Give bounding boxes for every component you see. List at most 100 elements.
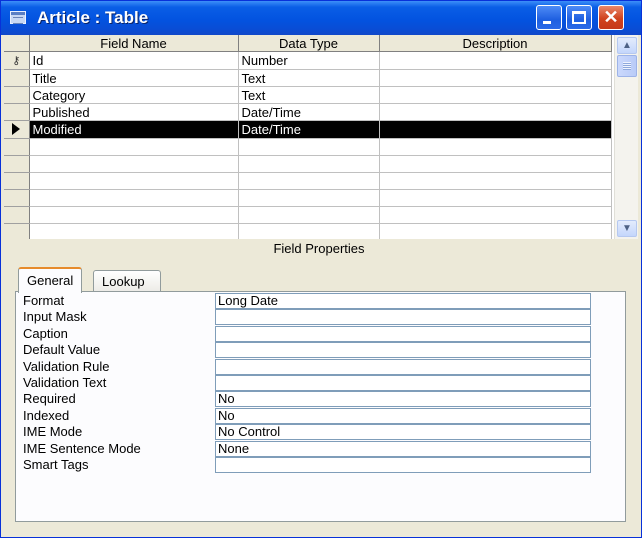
row-selector[interactable] <box>4 120 30 139</box>
data-type-cell[interactable] <box>238 172 380 190</box>
property-label: Caption <box>23 325 68 341</box>
property-value-field[interactable]: No Control <box>215 424 591 441</box>
table-row[interactable] <box>4 155 612 173</box>
table-row[interactable] <box>4 172 612 190</box>
property-value-field[interactable]: No <box>215 391 591 408</box>
corner-header <box>4 35 30 52</box>
scroll-thumb[interactable] <box>617 55 637 77</box>
description-cell[interactable] <box>379 86 612 104</box>
property-value-field[interactable]: Long Date <box>215 293 591 309</box>
property-label: Default Value <box>23 342 101 358</box>
field-name-cell[interactable] <box>29 189 239 207</box>
property-label: Input Mask <box>23 309 87 325</box>
table-row[interactable] <box>4 189 612 207</box>
data-type-cell[interactable] <box>238 138 380 156</box>
field-name-cell[interactable]: Category <box>29 86 239 104</box>
current-row-arrow-icon <box>12 123 21 135</box>
field-name-cell[interactable]: Modified <box>29 120 239 139</box>
data-type-cell[interactable] <box>238 223 380 239</box>
table-row[interactable]: Category Text <box>4 86 612 104</box>
field-name-cell[interactable]: Id <box>29 51 239 70</box>
property-label: Required <box>23 391 76 407</box>
tab-lookup[interactable]: Lookup <box>93 270 161 292</box>
column-header-description[interactable]: Description <box>379 35 612 52</box>
row-selector[interactable] <box>4 155 30 173</box>
property-value-field[interactable]: No <box>215 407 591 424</box>
field-name-cell[interactable] <box>29 155 239 173</box>
tab-general[interactable]: General <box>18 267 83 293</box>
row-selector[interactable] <box>4 138 30 156</box>
field-name-cell[interactable]: Published <box>29 103 239 121</box>
data-type-cell[interactable]: Date/Time <box>238 120 380 139</box>
property-label: Smart Tags <box>23 457 89 472</box>
row-selector[interactable] <box>4 223 30 239</box>
property-value-field[interactable] <box>215 309 591 326</box>
table-row[interactable] <box>4 138 612 156</box>
minimize-button[interactable] <box>536 5 562 30</box>
property-label: Format <box>23 293 65 308</box>
field-name-cell[interactable]: Title <box>29 69 239 87</box>
property-label: Indexed <box>23 407 70 423</box>
row-selector[interactable] <box>4 172 30 190</box>
description-cell[interactable] <box>379 189 612 207</box>
field-name-cell[interactable] <box>29 172 239 190</box>
row-selector[interactable] <box>4 189 30 207</box>
description-cell[interactable] <box>379 172 612 190</box>
table-row[interactable] <box>4 223 612 239</box>
property-value-field[interactable] <box>215 325 591 342</box>
chevron-down-icon: ▼ <box>622 223 632 234</box>
description-cell[interactable] <box>379 120 612 139</box>
row-selector[interactable] <box>4 103 30 121</box>
chevron-up-icon: ▲ <box>622 40 632 51</box>
description-cell[interactable] <box>379 223 612 239</box>
data-type-cell[interactable]: Text <box>238 69 380 87</box>
column-header-data-type[interactable]: Data Type <box>238 35 380 52</box>
row-selector[interactable] <box>4 86 30 104</box>
grid-vertical-scrollbar[interactable]: ▲ ▼ <box>614 35 638 239</box>
title-bar[interactable]: Article : Table ✕ <box>1 1 641 35</box>
property-value-field[interactable] <box>215 358 591 375</box>
table-row[interactable] <box>4 206 612 224</box>
row-selector[interactable]: ⚷ <box>4 51 30 70</box>
field-properties-heading: Field Properties <box>273 241 365 256</box>
property-value-field[interactable] <box>215 375 591 391</box>
close-button[interactable]: ✕ <box>598 5 624 30</box>
scroll-down-button[interactable]: ▼ <box>617 220 637 237</box>
property-label: Validation Text <box>23 375 107 390</box>
description-cell[interactable] <box>379 51 612 70</box>
maximize-button[interactable] <box>566 5 592 30</box>
description-cell[interactable] <box>379 138 612 156</box>
table-row[interactable]: Title Text <box>4 69 612 87</box>
property-value-field[interactable]: None <box>215 440 591 457</box>
property-value-field[interactable] <box>215 342 591 359</box>
data-type-cell[interactable] <box>238 155 380 173</box>
description-cell[interactable] <box>379 103 612 121</box>
description-cell[interactable] <box>379 155 612 173</box>
field-grid: Field Name Data Type Description ⚷ Id Numb… <box>4 35 638 239</box>
data-type-cell[interactable]: Date/Time <box>238 103 380 121</box>
data-type-cell[interactable] <box>238 206 380 224</box>
table-row[interactable]: ⚷ Id Number <box>4 51 612 70</box>
field-name-cell[interactable] <box>29 138 239 156</box>
row-selector[interactable] <box>4 206 30 224</box>
column-header-field-name[interactable]: Field Name <box>29 35 239 52</box>
data-type-cell[interactable]: Number <box>238 51 380 70</box>
window-title: Article : Table <box>37 8 149 27</box>
row-selector[interactable] <box>4 69 30 87</box>
data-type-cell[interactable]: Text <box>238 86 380 104</box>
scroll-up-button[interactable]: ▲ <box>617 37 637 54</box>
data-type-cell[interactable] <box>238 189 380 207</box>
field-name-cell[interactable] <box>29 206 239 224</box>
close-icon: ✕ <box>603 7 619 27</box>
description-cell[interactable] <box>379 69 612 87</box>
fields-table: Field Name Data Type Description ⚷ Id Numb… <box>4 35 612 239</box>
property-value-field[interactable] <box>215 457 591 473</box>
primary-key-icon: ⚷ <box>12 55 21 67</box>
table-icon[interactable] <box>10 11 26 24</box>
description-cell[interactable] <box>379 206 612 224</box>
table-design-window: Article : Table ✕ Field Name Data Type D… <box>0 0 642 538</box>
minimize-icon <box>543 21 551 24</box>
field-name-cell[interactable] <box>29 223 239 239</box>
table-row[interactable]: Published Date/Time <box>4 103 612 121</box>
table-row[interactable]: Modified Date/Time <box>4 120 612 139</box>
